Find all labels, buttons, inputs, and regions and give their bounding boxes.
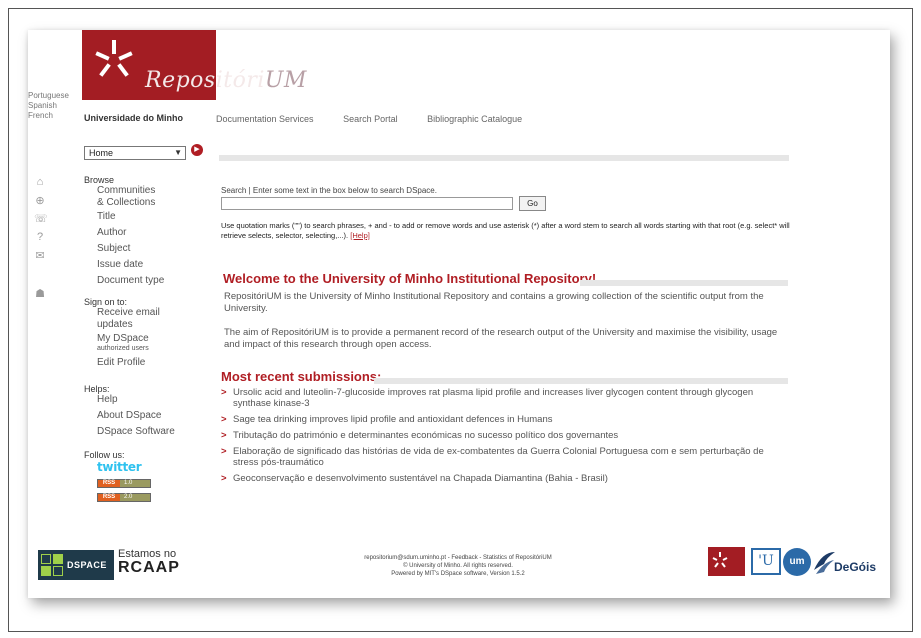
rss-1-0-badge[interactable]: RSS 1.0 bbox=[97, 479, 151, 488]
nav-bibliographic-catalogue[interactable]: Bibliographic Catalogue bbox=[427, 114, 522, 124]
u-logo[interactable]: 'U bbox=[751, 548, 781, 575]
footer-powered-by: Powered by MIT's DSpace software, Versio… bbox=[391, 571, 525, 577]
dspace-logo[interactable]: DSPACE bbox=[38, 550, 114, 580]
language-links: Portuguese Spanish French bbox=[28, 91, 69, 121]
recent-submissions-list: > Ursolic acid and luteolin-7-glucoside i… bbox=[221, 387, 791, 489]
helps-heading: Helps: bbox=[84, 384, 110, 394]
list-item[interactable]: > Elaboração de significado das histórias… bbox=[221, 446, 791, 468]
sidebar-item-communities[interactable]: Communities bbox=[84, 185, 224, 197]
page-container: RepositóriUM Portuguese Spanish French U… bbox=[28, 30, 890, 598]
language-spanish[interactable]: Spanish bbox=[28, 101, 69, 111]
sidebar-item-receive-email[interactable]: Receive email bbox=[84, 307, 224, 319]
recent-submissions-title: Most recent submissions: bbox=[221, 369, 382, 384]
wordmark-main: Repositóri bbox=[145, 68, 265, 93]
rss-label: RSS bbox=[98, 480, 120, 487]
bullet-icon: > bbox=[221, 387, 227, 398]
language-french[interactable]: French bbox=[28, 111, 69, 121]
home-icon[interactable]: ⌂ bbox=[34, 176, 46, 188]
list-item[interactable]: > Geoconservação e desenvolvimento susten… bbox=[221, 473, 791, 484]
mail-icon[interactable]: ✉ bbox=[34, 249, 46, 262]
sidebar-item-dspace-software[interactable]: DSpace Software bbox=[84, 426, 224, 438]
search-go-button[interactable]: Go bbox=[519, 196, 546, 211]
nav-documentation-services[interactable]: Documentation Services bbox=[216, 114, 314, 124]
browse-heading: Browse bbox=[84, 175, 115, 185]
help-icon[interactable]: ? bbox=[34, 231, 46, 243]
rss-label: RSS bbox=[98, 494, 120, 501]
welcome-title: Welcome to the University of Minho Insti… bbox=[223, 271, 597, 286]
search-help-text: Use quotation marks ("") to search phras… bbox=[221, 221, 801, 241]
welcome-paragraph-1: RepositóriUM is the University of Minho … bbox=[224, 291, 764, 314]
sidebar: Browse Communities & Collections Title A… bbox=[84, 175, 224, 502]
rcaap-logo[interactable]: Estamos no RCAAP bbox=[118, 548, 180, 576]
welcome-title-rule bbox=[580, 280, 788, 286]
follow-heading: Follow us: bbox=[84, 450, 125, 460]
list-item[interactable]: > Tributação do património e determinante… bbox=[221, 430, 791, 441]
sidebar-item-collections[interactable]: & Collections bbox=[84, 197, 224, 209]
submission-title[interactable]: Tributação do património e determinantes… bbox=[233, 430, 618, 441]
repositorium-wordmark: RepositóriUM bbox=[145, 68, 307, 93]
submission-title[interactable]: Ursolic acid and luteolin-7-glucoside im… bbox=[233, 387, 753, 409]
sidebar-item-subject[interactable]: Subject bbox=[84, 243, 224, 255]
footer-copyright: © University of Minho. All rights reserv… bbox=[403, 563, 513, 569]
footer-text: repositorium@sdum.uminho.pt - Feedback -… bbox=[328, 554, 588, 578]
uminho-seal-logo[interactable] bbox=[708, 547, 745, 576]
search-input[interactable] bbox=[221, 197, 513, 210]
sidebar-item-title[interactable]: Title bbox=[84, 211, 224, 223]
rss-version: 1.0 bbox=[120, 480, 150, 487]
sidebar-item-author[interactable]: Author bbox=[84, 227, 224, 239]
sidebar-item-updates[interactable]: updates bbox=[84, 319, 224, 331]
degois-text: DeGóis bbox=[834, 560, 877, 574]
recent-title-rule bbox=[374, 378, 788, 384]
degois-wing-icon bbox=[814, 552, 835, 574]
search-help-body: Use quotation marks ("") to search phras… bbox=[221, 221, 790, 240]
university-link[interactable]: Universidade do Minho bbox=[84, 113, 183, 123]
nav-search-portal[interactable]: Search Portal bbox=[343, 114, 398, 124]
twitter-logo[interactable]: twitter bbox=[84, 460, 224, 474]
language-portuguese[interactable]: Portuguese bbox=[28, 91, 69, 101]
dspace-grid-icon bbox=[41, 554, 63, 576]
bullet-icon: > bbox=[221, 414, 227, 425]
navigation-select[interactable]: Home ▼ bbox=[84, 146, 186, 160]
welcome-paragraph-2: The aim of RepositóriUM is to provide a … bbox=[224, 327, 778, 350]
sidebar-item-edit-profile[interactable]: Edit Profile bbox=[84, 357, 224, 369]
rcaap-name: RCAAP bbox=[118, 559, 180, 576]
um-logo[interactable]: um bbox=[783, 548, 811, 576]
rss-version: 2.0 bbox=[120, 494, 150, 501]
search-label: Search | Enter some text in the box belo… bbox=[221, 186, 437, 195]
navigation-select-value: Home bbox=[89, 148, 114, 158]
submission-title[interactable]: Geoconservação e desenvolvimento sustent… bbox=[233, 473, 608, 484]
top-navigation: Documentation Services Search Portal Bib… bbox=[216, 114, 549, 124]
bullet-icon: > bbox=[221, 446, 227, 457]
list-item[interactable]: > Ursolic acid and luteolin-7-glucoside i… bbox=[221, 387, 791, 409]
sidebar-item-authorized-users[interactable]: authorized users bbox=[84, 345, 224, 353]
sidebar-item-document-type[interactable]: Document type bbox=[84, 275, 224, 287]
footer-contact-line[interactable]: repositorium@sdum.uminho.pt - Feedback -… bbox=[328, 554, 588, 562]
uminho-star-icon bbox=[95, 40, 133, 77]
lock-icon[interactable]: ⊕ bbox=[34, 194, 46, 207]
sidebar-item-my-dspace[interactable]: My DSpace bbox=[84, 333, 224, 345]
bullet-icon: > bbox=[221, 430, 227, 441]
degois-logo[interactable]: DeGóis bbox=[812, 548, 876, 578]
sitemap-icon[interactable]: ☗ bbox=[34, 287, 46, 300]
sidebar-item-issue-date[interactable]: Issue date bbox=[84, 259, 224, 271]
welcome-text: RepositóriUM is the University of Minho … bbox=[224, 291, 788, 363]
dspace-logo-text: DSPACE bbox=[67, 560, 107, 570]
bullet-icon: > bbox=[221, 473, 227, 484]
wordmark-tail: UM bbox=[264, 68, 307, 93]
go-arrow-icon[interactable]: ▶ bbox=[191, 144, 203, 156]
header-divider-bar bbox=[219, 155, 789, 161]
chevron-down-icon: ▼ bbox=[174, 148, 182, 157]
sidebar-item-help[interactable]: Help bbox=[84, 394, 224, 406]
uminho-star-icon bbox=[712, 552, 728, 568]
list-item[interactable]: > Sage tea drinking improves lipid profil… bbox=[221, 414, 791, 425]
sidebar-item-about-dspace[interactable]: About DSpace bbox=[84, 410, 224, 422]
signon-heading: Sign on to: bbox=[84, 297, 128, 307]
phone-icon[interactable]: ☏ bbox=[34, 212, 48, 225]
submission-title[interactable]: Elaboração de significado das histórias … bbox=[233, 446, 764, 468]
rss-2-0-badge[interactable]: RSS 2.0 bbox=[97, 493, 151, 502]
submission-title[interactable]: Sage tea drinking improves lipid profile… bbox=[233, 414, 553, 425]
help-link[interactable]: [Help] bbox=[350, 231, 370, 240]
